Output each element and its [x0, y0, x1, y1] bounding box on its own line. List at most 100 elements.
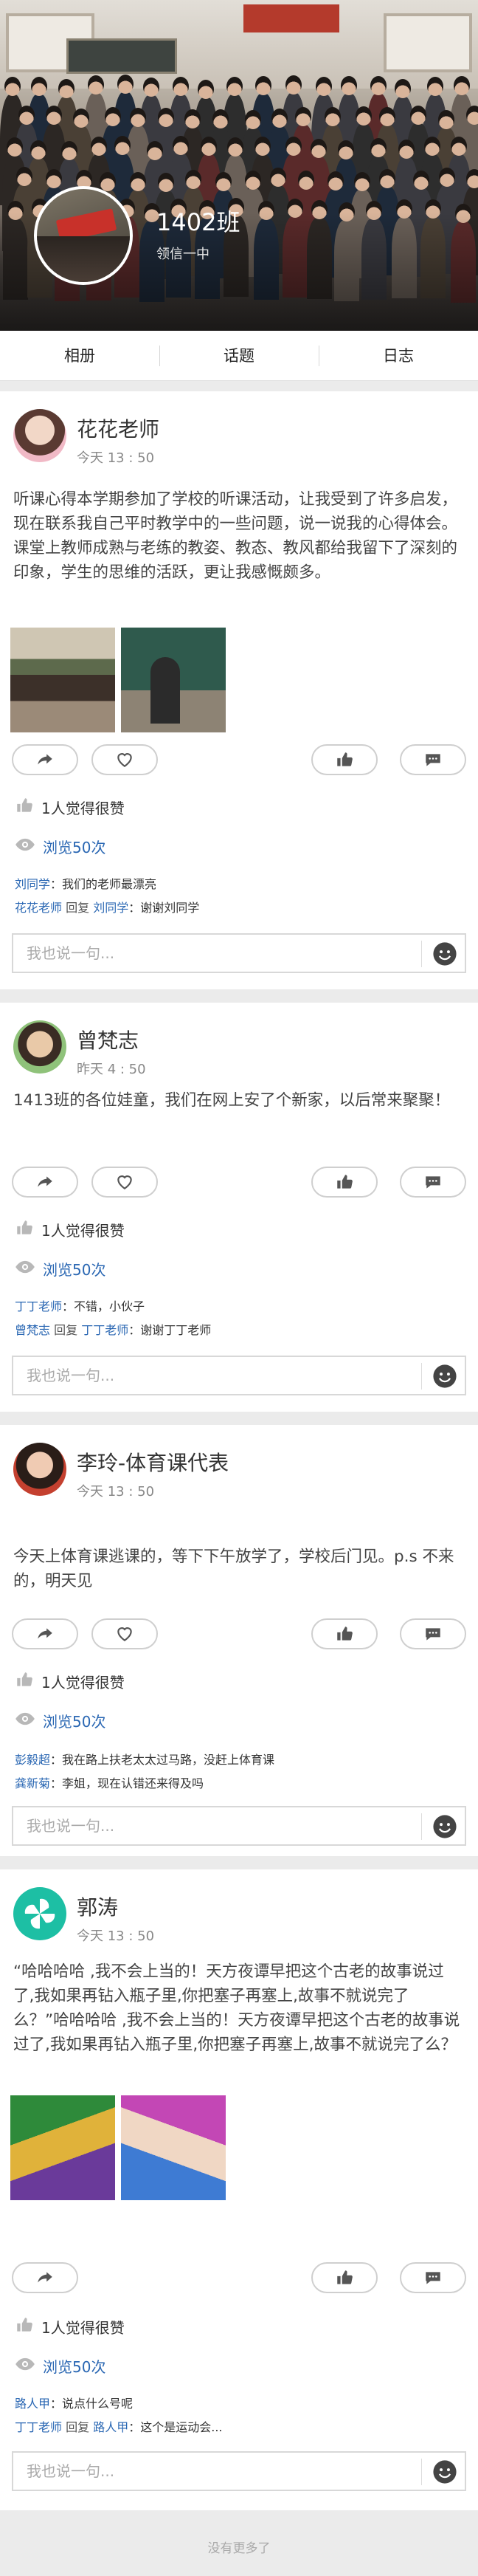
- share-button[interactable]: [12, 2262, 78, 2293]
- comment-icon: [426, 2272, 440, 2284]
- comment-user[interactable]: 彭毅超: [15, 1753, 50, 1767]
- thumb-up-icon: [337, 1627, 353, 1641]
- author-name[interactable]: 郭涛: [77, 1892, 118, 1921]
- author-avatar[interactable]: [13, 1443, 66, 1496]
- comment-input[interactable]: 我也说一句...: [12, 2451, 466, 2491]
- class-avatar[interactable]: [34, 186, 133, 285]
- comment-user[interactable]: 路人甲: [15, 2397, 50, 2411]
- like-button[interactable]: [311, 744, 378, 775]
- comment-reply-to[interactable]: 丁丁老师: [81, 1323, 128, 1337]
- author-name[interactable]: 花花老师: [77, 413, 159, 443]
- cover-window: [384, 13, 472, 72]
- author-avatar[interactable]: [13, 1020, 66, 1074]
- tab-topics[interactable]: 话题: [159, 331, 319, 380]
- crowd-head: [157, 107, 174, 127]
- eye-icon: [15, 2354, 35, 2378]
- view-summary: 浏览50次: [15, 834, 105, 859]
- like-button[interactable]: [311, 2262, 378, 2293]
- pinwheel-logo-icon: [24, 1898, 55, 1929]
- comment-placeholder: 我也说一句...: [27, 1367, 115, 1384]
- post-photo[interactable]: [121, 2095, 226, 2200]
- load-more[interactable]: 没有更多了: [0, 2522, 478, 2576]
- crowd-head: [271, 109, 288, 128]
- crowd-head: [244, 171, 261, 190]
- tab-journal[interactable]: 日志: [319, 331, 478, 380]
- like-count: 1人觉得很赞: [41, 800, 125, 817]
- share-button[interactable]: [12, 1167, 78, 1198]
- comment-button[interactable]: [400, 1618, 466, 1649]
- comment-reply-to[interactable]: 刘同学: [93, 901, 128, 915]
- smile-glyph: [433, 2460, 457, 2484]
- comment-reply-to[interactable]: 路人甲: [93, 2420, 128, 2434]
- author-name[interactable]: 李玲-体育课代表: [77, 1447, 229, 1477]
- crowd-head: [427, 76, 444, 96]
- comment-placeholder: 我也说一句...: [27, 2462, 115, 2480]
- action-bar: [12, 1618, 466, 1649]
- crowd-head: [114, 136, 131, 156]
- comment-user[interactable]: 刘同学: [15, 877, 50, 891]
- heart-icon: [117, 753, 132, 767]
- emoji-icon[interactable]: [432, 1814, 457, 1839]
- emoji-icon[interactable]: [432, 1364, 457, 1389]
- emoji-icon[interactable]: [432, 941, 457, 966]
- crowd-head: [394, 79, 411, 99]
- crowd-head: [412, 171, 429, 190]
- author-avatar[interactable]: [13, 409, 66, 462]
- eye-icon: [15, 834, 35, 859]
- author-name[interactable]: 曾梵志: [77, 1025, 139, 1054]
- post-photo[interactable]: [121, 628, 226, 732]
- share-button[interactable]: [12, 744, 78, 775]
- favorite-button[interactable]: [91, 1618, 158, 1649]
- comment-user[interactable]: 丁丁老师: [15, 1299, 62, 1313]
- post-card: 李玲-体育课代表 今天 13 : 50 今天上体育课逃课的，等下下午放学了，学校…: [0, 1425, 478, 1856]
- post-photo[interactable]: [10, 2095, 115, 2200]
- comment-user[interactable]: 丁丁老师: [15, 2420, 62, 2434]
- favorite-button[interactable]: [91, 744, 158, 775]
- post-time: 今天 13 : 50: [77, 1928, 155, 1944]
- comment-button[interactable]: [400, 1167, 466, 1198]
- author-avatar[interactable]: [13, 1887, 66, 1940]
- view-count: 浏览50次: [43, 2358, 106, 2376]
- post-photo[interactable]: [10, 628, 115, 732]
- favorite-button[interactable]: [91, 1167, 158, 1198]
- crowd-head: [226, 137, 243, 157]
- comment-input[interactable]: 我也说一句...: [12, 1806, 466, 1846]
- comment-button[interactable]: [400, 2262, 466, 2293]
- crowd-head: [99, 172, 116, 192]
- emoji-icon[interactable]: [432, 2459, 457, 2484]
- post-time: 今天 13 : 50: [77, 450, 155, 466]
- crowd-head: [437, 109, 454, 129]
- like-button[interactable]: [311, 1167, 378, 1198]
- comment-user[interactable]: 曾梵志: [15, 1323, 50, 1337]
- like-count: 1人觉得很赞: [41, 2319, 125, 2337]
- crowd-head: [254, 76, 271, 96]
- eye-glyph: [15, 1712, 35, 1725]
- comment-input[interactable]: 我也说一句...: [12, 933, 466, 973]
- thumb-up-icon: [15, 796, 34, 819]
- comment-line: 彭毅超：我在路上扶老太太过马路，没赶上体育课: [15, 1753, 275, 1767]
- post-text: 1413班的各位娃童，我们在网上安了个新家，以后常来聚聚！: [13, 1091, 451, 1110]
- crowd-head: [157, 172, 174, 192]
- thumb-up-icon: [15, 1670, 34, 1693]
- smile-glyph: [433, 942, 457, 966]
- comment-user[interactable]: 花花老师: [15, 901, 62, 915]
- like-button[interactable]: [311, 1618, 378, 1649]
- comment-button[interactable]: [400, 744, 466, 775]
- share-button[interactable]: [12, 1618, 78, 1649]
- tab-album[interactable]: 相册: [0, 331, 159, 380]
- view-count: 浏览50次: [43, 1713, 106, 1731]
- thumb-up-glyph: [17, 2318, 32, 2332]
- like-summary: 1人觉得很赞: [15, 796, 125, 819]
- avatar-people: [37, 236, 130, 282]
- comment-content: 不错，小伙子: [74, 1299, 145, 1313]
- comment-line: 路人甲：说点什么号呢: [15, 2397, 134, 2411]
- comment-input[interactable]: 我也说一句...: [12, 1356, 466, 1395]
- comment-line: 龚新菊：李姐，现在认错还来得及吗: [15, 1776, 204, 1790]
- class-name: 1402班: [156, 208, 240, 236]
- post-photos: [10, 628, 226, 732]
- comment-user[interactable]: 龚新菊: [15, 1776, 50, 1790]
- crowd-head: [355, 106, 372, 126]
- eye-icon: [15, 1257, 35, 1281]
- crowd-head: [465, 106, 478, 125]
- crowd-head: [409, 105, 426, 125]
